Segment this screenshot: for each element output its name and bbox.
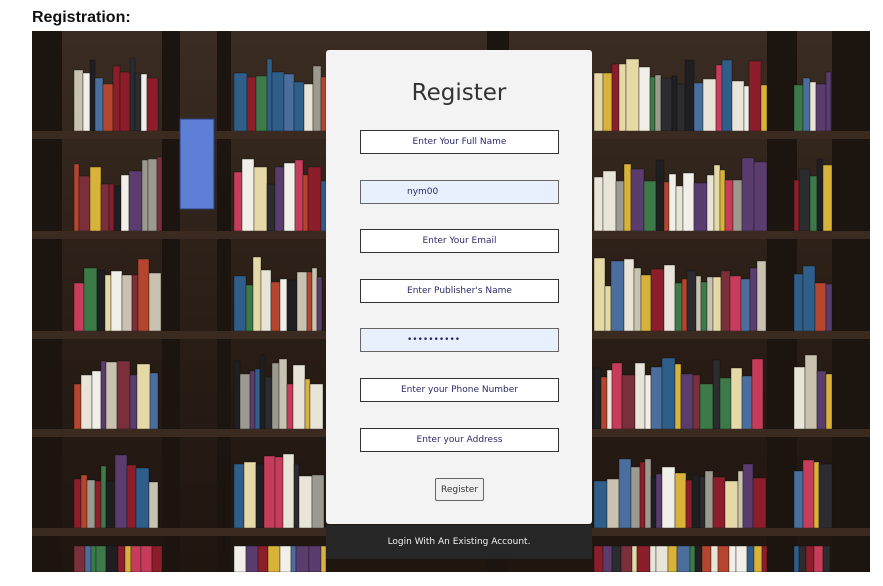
email-input[interactable] (360, 229, 559, 253)
footer-bar: Login With An Existing Account. (326, 525, 592, 559)
address-input[interactable] (360, 428, 559, 452)
full-name-input[interactable] (360, 130, 559, 154)
phone-number-input[interactable] (360, 378, 559, 402)
username-input[interactable] (360, 180, 559, 204)
password-input[interactable] (360, 328, 559, 352)
page-heading: Registration: (32, 9, 131, 26)
login-existing-account-link[interactable]: Login With An Existing Account. (388, 537, 531, 547)
register-button[interactable]: Register (435, 478, 484, 501)
publisher-name-input[interactable] (360, 279, 559, 303)
card-title: Register (411, 80, 507, 106)
registration-card: Register Register (326, 50, 592, 524)
